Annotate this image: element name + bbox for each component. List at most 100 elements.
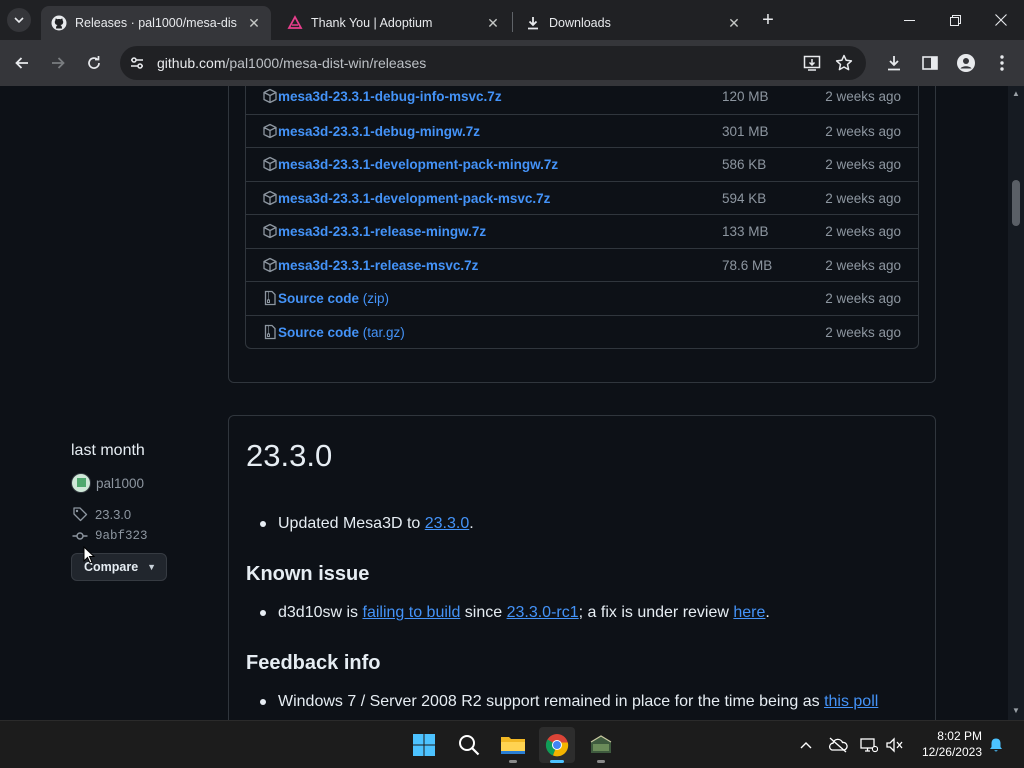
release-author[interactable]: pal1000 xyxy=(71,473,144,493)
asset-name[interactable]: mesa3d-23.3.1-debug-info-msvc.7z xyxy=(278,89,502,104)
github-icon xyxy=(51,15,67,31)
site-info-icon[interactable] xyxy=(128,54,146,72)
reload-button[interactable] xyxy=(82,51,106,75)
profile-icon[interactable] xyxy=(955,52,977,74)
package-icon xyxy=(263,88,277,104)
running-indicator xyxy=(597,760,605,763)
asset-row[interactable]: mesa3d-23.3.1-development-pack-msvc.7z 5… xyxy=(246,180,918,215)
avatar[interactable] xyxy=(71,473,91,493)
known-issue-text: d3d10sw is failing to build since 23.3.0… xyxy=(278,604,770,622)
source-code-row[interactable]: Source code (zip) 2 weeks ago xyxy=(246,281,918,315)
scrollbar-thumb[interactable] xyxy=(1012,180,1020,226)
restore-icon xyxy=(949,14,961,26)
asset-name[interactable]: mesa3d-23.3.1-debug-mingw.7z xyxy=(278,124,480,139)
rc1-link[interactable]: 23.3.0-rc1 xyxy=(507,604,579,621)
tab-strip: Releases · pal1000/mesa-dist-wi ✕ Thank … xyxy=(0,0,1024,40)
windows-logo-icon xyxy=(413,734,435,756)
adoptium-icon xyxy=(287,15,303,31)
failing-to-build-link[interactable]: failing to build xyxy=(363,604,461,621)
restore-button[interactable] xyxy=(932,0,978,40)
clock-date: 12/26/2023 xyxy=(921,745,982,759)
tab-adoptium[interactable]: Thank You | Adoptium ✕ xyxy=(277,6,510,40)
menu-kebab-icon[interactable] xyxy=(991,52,1013,74)
release-commit[interactable]: 9abf323 xyxy=(71,527,148,545)
volume-muted-icon[interactable] xyxy=(885,735,905,755)
commit-sha[interactable]: 9abf323 xyxy=(95,529,148,543)
close-icon[interactable]: ✕ xyxy=(725,14,743,32)
tag-name[interactable]: 23.3.0 xyxy=(95,507,131,522)
source-code-link[interactable]: Source code (zip) xyxy=(278,291,389,306)
url-path: /pal1000/mesa-dist-win/releases xyxy=(225,55,427,71)
taskbar-clock[interactable]: 8:02 PM 12/26/2023 xyxy=(912,728,982,760)
feedback-heading: Feedback info xyxy=(246,652,381,674)
poll-link[interactable]: this poll xyxy=(824,693,878,710)
tab-separator xyxy=(512,12,513,32)
browser-toolbar: github.com/pal1000/mesa-dist-win/release… xyxy=(0,40,1024,86)
asset-date: 2 weeks ago xyxy=(825,190,901,206)
release-note-update: Updated Mesa3D to 23.3.0. xyxy=(278,515,474,533)
source-code-format: (zip) xyxy=(362,291,390,306)
tab-search-button[interactable] xyxy=(7,8,31,32)
asset-row[interactable]: mesa3d-23.3.1-release-mingw.7z 133 MB 2 … xyxy=(246,214,918,248)
tab-downloads[interactable]: Downloads ✕ xyxy=(515,6,751,40)
asset-name[interactable]: mesa3d-23.3.1-development-pack-mingw.7z xyxy=(278,157,558,172)
back-button[interactable] xyxy=(10,51,34,75)
side-panel-icon[interactable] xyxy=(919,52,941,74)
notifications-bell-icon[interactable] xyxy=(986,735,1006,755)
close-icon[interactable]: ✕ xyxy=(245,14,263,32)
asset-date: 2 weeks ago xyxy=(825,123,901,139)
note-text: . xyxy=(765,604,770,621)
asset-size: 586 KB xyxy=(722,157,767,172)
asset-row[interactable]: mesa3d-23.3.1-debug-mingw.7z 301 MB 2 we… xyxy=(246,113,918,148)
page-scrollbar[interactable]: ▲ ▼ xyxy=(1008,86,1024,720)
forward-button[interactable] xyxy=(46,51,70,75)
release-title[interactable]: 23.3.0 xyxy=(246,438,332,474)
asset-size: 594 KB xyxy=(722,190,767,206)
new-tab-button[interactable]: + xyxy=(757,9,779,31)
file-explorer-button[interactable] xyxy=(495,727,531,763)
file-zip-icon xyxy=(264,290,276,306)
version-link[interactable]: 23.3.0 xyxy=(425,515,469,532)
game-app-taskbar-button[interactable] xyxy=(583,727,619,763)
source-code-row[interactable]: Source code (tar.gz) 2 weeks ago xyxy=(246,314,918,349)
taskbar-search-button[interactable] xyxy=(451,727,487,763)
url-text[interactable]: github.com/pal1000/mesa-dist-win/release… xyxy=(157,55,426,71)
install-app-icon[interactable] xyxy=(803,54,821,72)
show-hidden-icons-icon[interactable] xyxy=(796,735,816,755)
release-tag[interactable]: 23.3.0 xyxy=(71,505,131,523)
close-icon xyxy=(995,14,1007,26)
close-window-button[interactable] xyxy=(978,0,1024,40)
address-bar[interactable]: github.com/pal1000/mesa-dist-win/release… xyxy=(120,46,866,80)
asset-row[interactable]: mesa3d-23.3.1-release-msvc.7z 78.6 MB 2 … xyxy=(246,247,918,282)
scroll-down-icon[interactable]: ▼ xyxy=(1012,707,1020,715)
scroll-up-icon[interactable]: ▲ xyxy=(1012,90,1020,98)
page-content[interactable]: mesa3d-23.3.1-debug-info-msvc.7z 120 MB … xyxy=(0,86,1008,720)
source-code-link[interactable]: Source code (tar.gz) xyxy=(278,325,405,340)
asset-row[interactable]: mesa3d-23.3.1-debug-info-msvc.7z 120 MB … xyxy=(246,86,918,114)
running-indicator xyxy=(550,760,564,763)
chrome-taskbar-button[interactable] xyxy=(539,727,575,763)
start-button[interactable] xyxy=(406,727,442,763)
asset-row[interactable]: mesa3d-23.3.1-development-pack-mingw.7z … xyxy=(246,147,918,181)
asset-date: 2 weeks ago xyxy=(825,224,901,239)
tab-releases[interactable]: Releases · pal1000/mesa-dist-wi ✕ xyxy=(41,6,271,40)
onedrive-offline-icon[interactable] xyxy=(828,735,848,755)
minimize-button[interactable] xyxy=(886,0,932,40)
note-text: Windows 7 / Server 2008 R2 support remai… xyxy=(278,693,825,710)
bullet xyxy=(260,699,268,707)
bookmark-star-icon[interactable] xyxy=(835,54,853,72)
here-link[interactable]: here xyxy=(733,604,765,621)
author-name[interactable]: pal1000 xyxy=(96,476,144,491)
asset-name[interactable]: mesa3d-23.3.1-release-mingw.7z xyxy=(278,224,486,239)
downloads-icon[interactable] xyxy=(883,52,905,74)
network-icon[interactable] xyxy=(859,735,879,755)
release-meta: last month pal1000 23.3.0 9abf323 Compar… xyxy=(71,442,221,581)
asset-size: 78.6 MB xyxy=(722,257,773,273)
close-icon[interactable]: ✕ xyxy=(484,14,502,32)
arrow-right-icon xyxy=(52,57,65,69)
asset-date: 2 weeks ago xyxy=(825,157,901,172)
package-icon xyxy=(263,257,277,272)
package-icon xyxy=(263,190,277,205)
asset-name[interactable]: mesa3d-23.3.1-release-msvc.7z xyxy=(278,258,478,273)
asset-name[interactable]: mesa3d-23.3.1-development-pack-msvc.7z xyxy=(278,191,550,206)
